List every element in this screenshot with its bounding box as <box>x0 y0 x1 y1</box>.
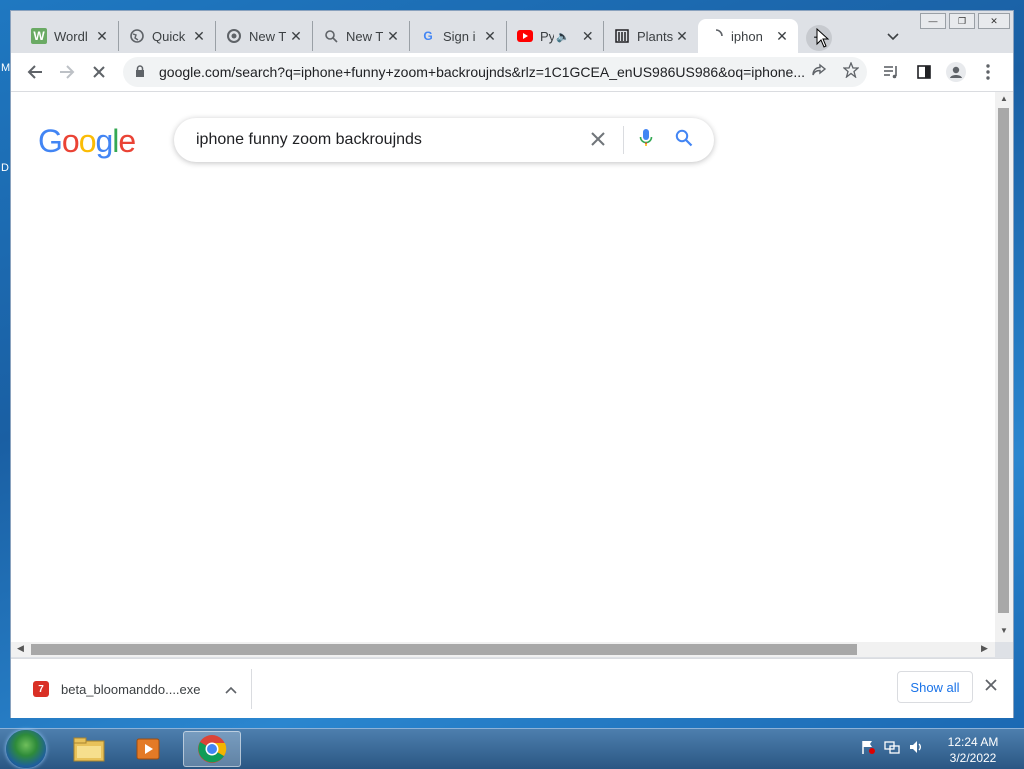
google-g-icon: G <box>423 29 433 43</box>
tab-label: Sign i <box>443 28 476 44</box>
exe-file-icon: 7 <box>33 681 49 697</box>
divider <box>623 126 624 154</box>
close-icon[interactable]: ✕ <box>94 28 110 45</box>
network-icon[interactable] <box>884 739 900 758</box>
window-controls: — ❐ ✕ <box>917 13 1010 29</box>
microphone-icon[interactable] <box>634 128 658 153</box>
bookmark-star-icon[interactable] <box>842 61 860 82</box>
action-center-flag-icon[interactable] <box>860 739 876 758</box>
scroll-down-arrow-icon[interactable]: ▼ <box>1000 626 1008 635</box>
scrollbar-thumb[interactable] <box>31 644 857 655</box>
side-panel-icon[interactable] <box>910 58 938 86</box>
search-box[interactable]: iphone funny zoom backroujnds <box>174 118 714 162</box>
search-input[interactable]: iphone funny zoom backroujnds <box>196 131 583 149</box>
tab-label: Quick <box>152 28 186 44</box>
restore-button[interactable]: ❐ <box>949 13 975 29</box>
tab-label: New T <box>346 28 384 44</box>
wordle-w-icon: W <box>31 28 47 44</box>
building-icon <box>614 28 630 44</box>
browser-toolbar: google.com/search?q=iphone+funny+zoom+ba… <box>11 53 1013 92</box>
close-icon[interactable]: ✕ <box>385 28 401 45</box>
forward-button[interactable] <box>53 58 81 86</box>
close-icon[interactable]: ✕ <box>674 28 690 45</box>
horizontal-scrollbar[interactable]: ◀ ▶ <box>11 642 995 657</box>
tab-wordle[interactable]: W Wordl ✕ <box>21 21 119 51</box>
scroll-left-arrow-icon[interactable]: ◀ <box>17 643 24 654</box>
url-text[interactable]: google.com/search?q=iphone+funny+zoom+ba… <box>159 64 809 80</box>
volume-icon[interactable] <box>908 739 924 758</box>
tab-label: Plants <box>637 28 674 44</box>
close-icon[interactable]: ✕ <box>191 28 207 45</box>
google-logo[interactable]: Google <box>38 123 136 160</box>
show-all-button[interactable]: Show all <box>897 671 973 703</box>
back-button[interactable] <box>21 58 49 86</box>
desktop-icon-label[interactable]: M <box>1 62 10 74</box>
clear-search-icon[interactable] <box>583 127 613 153</box>
tab-quick[interactable]: Quick ✕ <box>119 21 216 51</box>
loading-spinner-icon <box>708 28 724 44</box>
download-item[interactable]: 7 beta_bloomanddo....exe <box>27 669 252 709</box>
close-icon[interactable]: ✕ <box>288 28 304 45</box>
desktop-icon-label[interactable]: D <box>1 162 9 174</box>
mouse-cursor-icon <box>816 27 830 53</box>
tab-sign-in[interactable]: G Sign i ✕ <box>410 21 507 51</box>
tab-search-chevron-icon[interactable] <box>887 29 899 44</box>
lock-icon[interactable] <box>135 64 151 80</box>
close-icon[interactable]: ✕ <box>482 28 498 45</box>
search-icon <box>323 28 339 44</box>
profile-avatar-icon[interactable] <box>942 58 970 86</box>
tab-label: Wordl <box>54 28 88 44</box>
close-window-button[interactable]: ✕ <box>978 13 1010 29</box>
tab-label: New T <box>249 28 287 44</box>
close-icon[interactable]: ✕ <box>774 28 790 45</box>
tab-plants[interactable]: Plants ✕ <box>604 21 698 51</box>
logo-letter: g <box>95 123 113 159</box>
youtube-icon <box>517 28 533 44</box>
system-tray <box>860 739 924 758</box>
chevron-up-icon[interactable] <box>225 681 237 697</box>
tab-label: iphon <box>731 28 763 44</box>
download-filename: beta_bloomanddo....exe <box>61 681 201 697</box>
logo-letter: G <box>38 123 63 159</box>
logo-letter: e <box>118 123 136 159</box>
tab-youtube[interactable]: Py 🔈 ✕ <box>507 21 604 51</box>
close-download-shelf-icon[interactable] <box>985 675 997 696</box>
taskbar: 12:24 AM 3/2/2022 <box>0 728 1024 769</box>
file-explorer-icon[interactable] <box>60 731 118 767</box>
media-control-icon[interactable] <box>877 58 905 86</box>
clock[interactable]: 12:24 AM 3/2/2022 <box>940 734 1006 766</box>
tab-iphone-active[interactable]: iphon ✕ <box>698 19 798 53</box>
address-bar[interactable]: google.com/search?q=iphone+funny+zoom+ba… <box>123 57 867 87</box>
globe-icon <box>129 28 145 44</box>
share-icon[interactable] <box>811 62 827 82</box>
kebab-menu-icon[interactable] <box>974 58 1002 86</box>
download-shelf: 7 beta_bloomanddo....exe Show all <box>11 658 1013 718</box>
logo-letter: o <box>78 123 97 159</box>
speaker-icon[interactable]: 🔈 <box>556 30 570 43</box>
page-content: Google iphone funny zoom backroujnds <box>11 92 995 642</box>
clock-time: 12:24 AM <box>947 735 999 749</box>
chrome-window: W Wordl ✕ Quick ✕ New T ✕ New T ✕ G Sign… <box>10 10 1014 718</box>
logo-letter: o <box>61 123 80 159</box>
media-player-icon[interactable] <box>121 731 179 767</box>
vertical-scrollbar[interactable]: ▲ ▼ <box>995 92 1013 642</box>
start-button[interactable] <box>6 730 46 768</box>
tab-label: Py <box>540 28 554 44</box>
tab-new-tab[interactable]: New T ✕ <box>216 21 313 51</box>
clock-date: 3/2/2022 <box>949 751 997 765</box>
search-icon[interactable] <box>672 129 696 152</box>
stop-loading-button[interactable] <box>85 58 113 86</box>
minimize-button[interactable]: — <box>920 13 946 29</box>
chrome-icon <box>226 28 242 44</box>
close-icon[interactable]: ✕ <box>580 28 596 45</box>
chrome-taskbar-icon[interactable] <box>183 731 241 767</box>
scroll-up-arrow-icon[interactable]: ▲ <box>1000 94 1008 103</box>
scrollbar-thumb[interactable] <box>998 108 1009 613</box>
scroll-right-arrow-icon[interactable]: ▶ <box>981 643 988 654</box>
tab-new-tab-search[interactable]: New T ✕ <box>313 21 410 51</box>
